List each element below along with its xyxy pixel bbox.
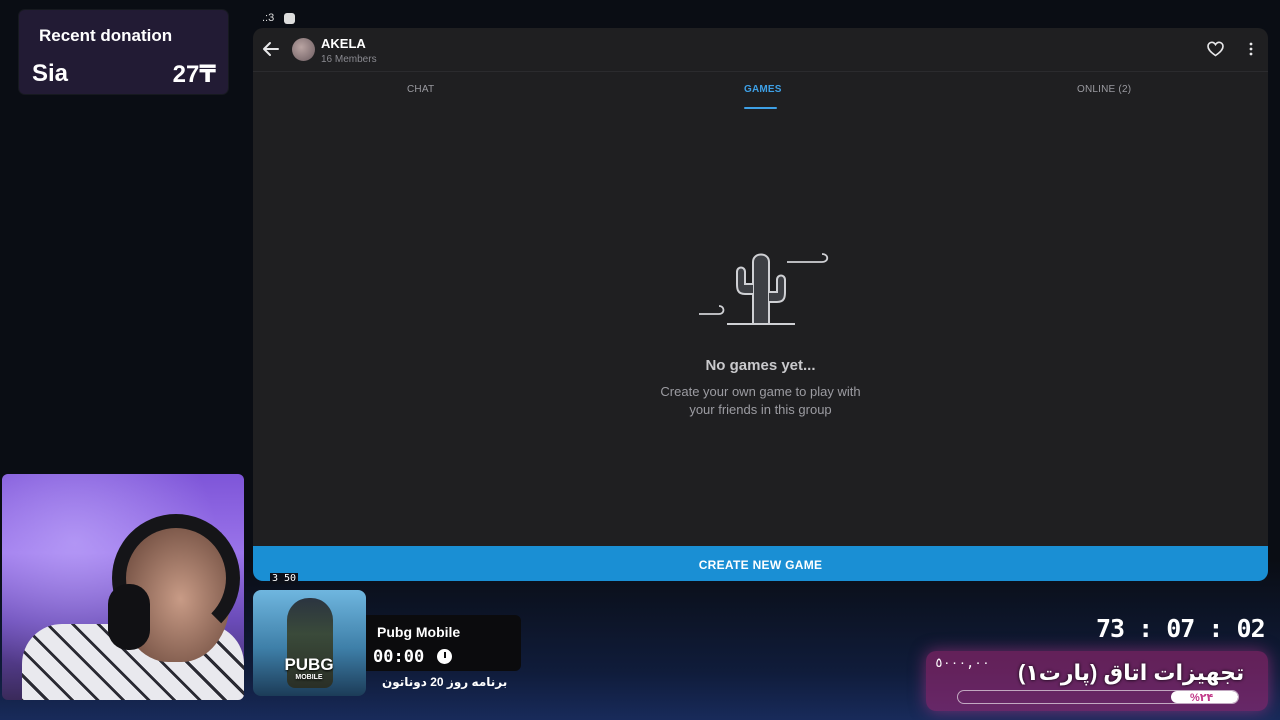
game-timer: 00:00: [373, 647, 425, 667]
donation-donor: Sia: [32, 60, 69, 87]
tab-online[interactable]: ONLINE (2): [1077, 84, 1131, 95]
game-cover-image: PUBG MOBILE: [253, 590, 366, 696]
donation-title: Recent donation: [39, 26, 173, 45]
game-logo-text: PUBG: [284, 655, 334, 674]
empty-state-line-1: Create your own game to play with: [660, 384, 861, 399]
group-members-count: 16 Members: [321, 54, 377, 65]
donation-amount: 27₸: [172, 61, 216, 88]
headphone-earcup: [108, 584, 150, 650]
create-new-game-button[interactable]: CREATE NEW GAME: [253, 546, 1268, 581]
stream-countdown-timer: 73 : 07 : 02: [1096, 614, 1266, 643]
group-name[interactable]: AKELA: [321, 36, 366, 51]
tiny-counter: 3 50: [270, 573, 299, 584]
empty-state-subtitle: Create your own game to play with your f…: [253, 383, 1268, 419]
top-status-text: .:3: [262, 12, 275, 24]
webcam-feed: [2, 474, 244, 700]
tab-bar: CHAT GAMES ONLINE (2): [253, 72, 1268, 112]
goal-percent-label: %۲۴: [1190, 692, 1214, 704]
schedule-text: برنامه روز 20 دوناتون: [382, 675, 508, 689]
tab-chat[interactable]: CHAT: [407, 84, 434, 95]
empty-state-line-2: your friends in this group: [689, 402, 832, 417]
clock-icon: [437, 649, 452, 664]
goal-amount: ٥٠٠٠,٠٠: [935, 656, 990, 671]
tab-games[interactable]: GAMES: [744, 84, 782, 95]
top-status-strip: .:3: [262, 12, 296, 24]
chat-header: AKELA 16 Members: [253, 28, 1268, 72]
dice-icon: [284, 12, 296, 24]
cactus-icon: [699, 253, 829, 325]
game-logo-subtext: MOBILE: [295, 674, 323, 681]
app-window: AKELA 16 Members CHAT GAMES ONLINE (2) N…: [253, 28, 1268, 578]
active-tab-indicator: [744, 107, 777, 109]
recent-donation-widget: Recent donation Sia 27₸: [19, 10, 228, 94]
group-avatar[interactable]: [292, 38, 315, 61]
empty-state-title: No games yet...: [705, 357, 816, 374]
game-cover-logo: PUBG MOBILE: [283, 656, 335, 684]
back-arrow-icon[interactable]: [262, 40, 280, 58]
heart-icon[interactable]: [1207, 41, 1224, 57]
goal-title: تجهیزات اتاق (پارت۱): [1018, 660, 1245, 685]
game-name: Pubg Mobile: [377, 624, 461, 640]
more-vertical-icon[interactable]: [1248, 41, 1254, 57]
